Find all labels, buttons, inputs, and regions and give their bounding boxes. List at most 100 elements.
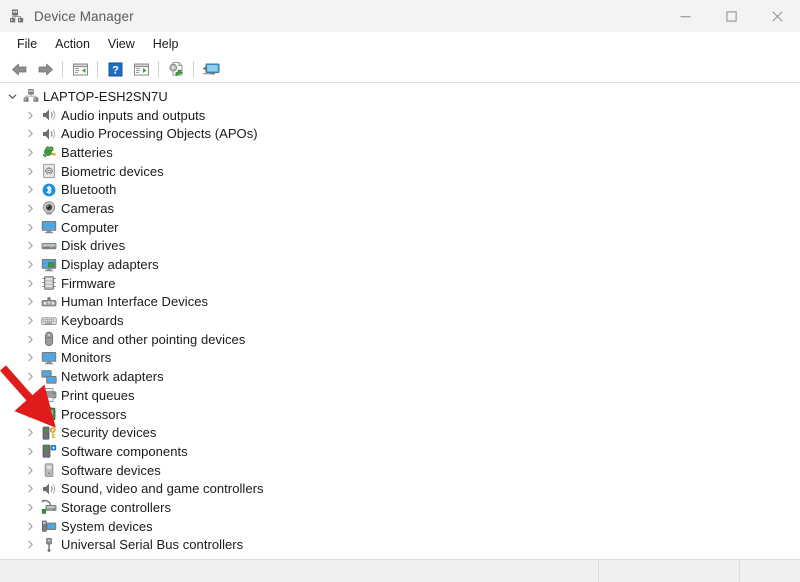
tree-item-label: Mice and other pointing devices: [61, 332, 245, 347]
speaker-icon: [41, 126, 57, 142]
tree-item-label: Display adapters: [61, 257, 159, 272]
chevron-right-icon[interactable]: [24, 479, 36, 498]
chevron-right-icon[interactable]: [24, 461, 36, 480]
status-bar: [0, 559, 800, 582]
chevron-down-icon[interactable]: [6, 87, 18, 106]
toolbar-separator-4: [193, 61, 194, 78]
menu-view[interactable]: View: [99, 34, 144, 54]
window-title: Device Manager: [34, 9, 134, 24]
title-bar: Device Manager: [0, 0, 800, 32]
chevron-right-icon[interactable]: [24, 349, 36, 368]
menu-help[interactable]: Help: [144, 34, 188, 54]
tree-item-label: Network adapters: [61, 369, 164, 384]
tree-item-disk-drives[interactable]: Disk drives: [0, 237, 800, 256]
scan-hardware-icon: [202, 62, 220, 77]
tree-item-label: Sound, video and game controllers: [61, 481, 264, 496]
tree-item-label: Batteries: [61, 145, 113, 160]
chevron-right-icon[interactable]: [24, 218, 36, 237]
tree-item-monitors[interactable]: Monitors: [0, 349, 800, 368]
tree-item-system-devices[interactable]: System devices: [0, 517, 800, 536]
computer-root-icon: [23, 88, 39, 104]
camera-icon: [41, 200, 57, 216]
tree-item-audio-processing-objects[interactable]: Audio Processing Objects (APOs): [0, 124, 800, 143]
minimize-button[interactable]: [662, 0, 708, 32]
menu-bar: File Action View Help: [0, 32, 800, 56]
chevron-right-icon[interactable]: [24, 536, 36, 555]
tree-item-security-devices[interactable]: Security devices: [0, 423, 800, 442]
chevron-right-icon[interactable]: [24, 124, 36, 143]
tree-item-label: Storage controllers: [61, 500, 171, 515]
tree-item-software-components[interactable]: Software components: [0, 442, 800, 461]
tree-root-row[interactable]: LAPTOP-ESH2SN7U: [0, 87, 800, 106]
tree-item-label: Security devices: [61, 425, 156, 440]
monitor-icon: [41, 219, 57, 235]
tree-item-cameras[interactable]: Cameras: [0, 199, 800, 218]
tree-item-biometric-devices[interactable]: Biometric devices: [0, 162, 800, 181]
scan-hardware-button[interactable]: [198, 58, 224, 80]
tree-item-label: Software components: [61, 444, 188, 459]
tree-item-display-adapters[interactable]: Display adapters: [0, 255, 800, 274]
tree-item-audio-inputs-and-outputs[interactable]: Audio inputs and outputs: [0, 106, 800, 125]
back-button[interactable]: [6, 58, 32, 80]
chevron-right-icon[interactable]: [24, 367, 36, 386]
toolbar-separator-1: [62, 61, 63, 78]
device-manager-window: Device Manager File Action View He: [0, 0, 800, 582]
software-component-icon: [41, 443, 57, 459]
status-segment-1: [598, 560, 739, 582]
speaker-icon: [41, 481, 57, 497]
tree-item-bluetooth[interactable]: Bluetooth: [0, 180, 800, 199]
update-driver-button[interactable]: [163, 58, 189, 80]
chevron-right-icon[interactable]: [24, 311, 36, 330]
tree-item-human-interface-devices[interactable]: Human Interface Devices: [0, 293, 800, 312]
tree-item-computer[interactable]: Computer: [0, 218, 800, 237]
chevron-right-icon[interactable]: [24, 405, 36, 424]
tree-item-print-queues[interactable]: Print queues: [0, 386, 800, 405]
chevron-right-icon[interactable]: [24, 162, 36, 181]
chevron-right-icon[interactable]: [24, 330, 36, 349]
window-controls: [662, 0, 800, 32]
menu-file[interactable]: File: [8, 34, 46, 54]
chevron-right-icon[interactable]: [24, 274, 36, 293]
minimize-icon: [680, 11, 691, 22]
help-button[interactable]: ?: [102, 58, 128, 80]
chevron-right-icon[interactable]: [24, 498, 36, 517]
chevron-right-icon[interactable]: [24, 199, 36, 218]
tree-item-label: Computer: [61, 220, 118, 235]
properties-button[interactable]: [67, 58, 93, 80]
chevron-right-icon[interactable]: [24, 143, 36, 162]
chevron-right-icon[interactable]: [24, 255, 36, 274]
show-hidden-devices-button[interactable]: [128, 58, 154, 80]
chevron-right-icon[interactable]: [24, 517, 36, 536]
chevron-right-icon[interactable]: [24, 237, 36, 256]
tree-item-universal-serial-bus-controllers[interactable]: Universal Serial Bus controllers: [0, 536, 800, 555]
tree-item-storage-controllers[interactable]: Storage controllers: [0, 498, 800, 517]
tree-item-firmware[interactable]: Firmware: [0, 274, 800, 293]
chevron-right-icon[interactable]: [24, 180, 36, 199]
forward-button[interactable]: [32, 58, 58, 80]
maximize-button[interactable]: [708, 0, 754, 32]
device-tree-panel[interactable]: LAPTOP-ESH2SN7U Audio inputs and outputs: [0, 83, 800, 559]
chevron-right-icon[interactable]: [24, 293, 36, 312]
tree-item-network-adapters[interactable]: Network adapters: [0, 367, 800, 386]
menu-action[interactable]: Action: [46, 34, 99, 54]
toolbar: ?: [0, 56, 800, 83]
status-text: [0, 560, 598, 582]
tree-item-keyboards[interactable]: Keyboards: [0, 311, 800, 330]
tree-item-batteries[interactable]: Batteries: [0, 143, 800, 162]
chevron-right-icon[interactable]: [24, 106, 36, 125]
tree-item-sound-video-and-game-controllers[interactable]: Sound, video and game controllers: [0, 479, 800, 498]
printer-icon: [41, 387, 57, 403]
software-device-icon: [41, 462, 57, 478]
tree-item-software-devices[interactable]: Software devices: [0, 461, 800, 480]
tree-item-processors[interactable]: Processors: [0, 405, 800, 424]
hid-icon: [41, 294, 57, 310]
fingerprint-icon: [41, 163, 57, 179]
tree-item-label: Firmware: [61, 276, 116, 291]
tree-item-mice-and-other-pointing-devices[interactable]: Mice and other pointing devices: [0, 330, 800, 349]
chevron-right-icon[interactable]: [24, 386, 36, 405]
close-button[interactable]: [754, 0, 800, 32]
chevron-right-icon[interactable]: [24, 442, 36, 461]
chevron-right-icon[interactable]: [24, 423, 36, 442]
svg-text:?: ?: [112, 64, 119, 76]
tree-item-label: Biometric devices: [61, 164, 164, 179]
